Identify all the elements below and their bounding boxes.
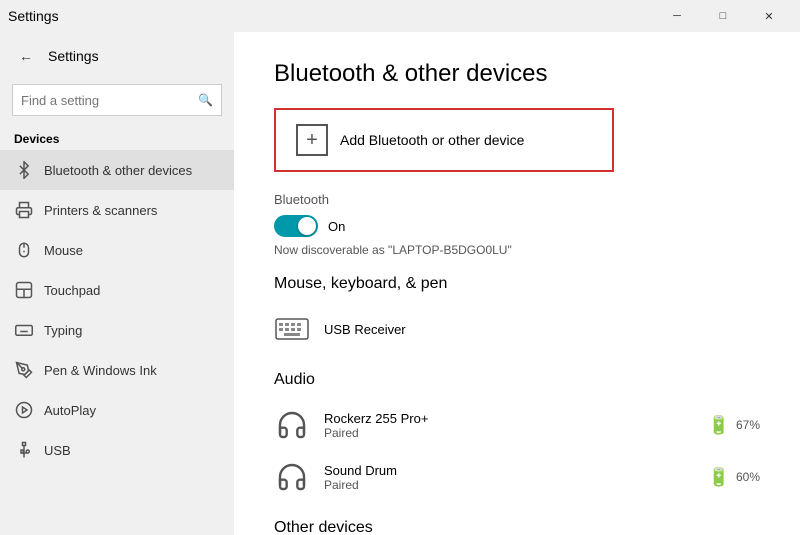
battery-pct-sound-drum: 60% xyxy=(736,470,760,484)
sidebar-item-pen[interactable]: Pen & Windows Ink xyxy=(0,350,234,390)
section-title-audio: Audio xyxy=(274,371,760,389)
device-info-usb-receiver: USB Receiver xyxy=(324,322,406,337)
touchpad-icon xyxy=(14,280,34,300)
headphones-icon-rockerz xyxy=(274,407,310,443)
sidebar-item-mouse[interactable]: Mouse xyxy=(0,230,234,270)
discoverable-text: Now discoverable as "LAPTOP-B5DGO0LU" xyxy=(274,243,760,257)
device-battery-sound-drum: 🔋 60% xyxy=(708,467,760,488)
battery-icon-rockerz: 🔋 xyxy=(708,415,730,436)
search-input[interactable] xyxy=(21,93,198,108)
bluetooth-toggle-row: On xyxy=(274,215,760,237)
titlebar-left: Settings xyxy=(8,8,59,24)
printer-icon xyxy=(14,200,34,220)
sidebar: ← Settings 🔍 Devices Bluetooth & other d… xyxy=(0,32,234,535)
sidebar-section-label: Devices xyxy=(0,124,234,150)
sidebar-item-autoplay[interactable]: AutoPlay xyxy=(0,390,234,430)
sidebar-item-touchpad[interactable]: Touchpad xyxy=(0,270,234,310)
minimize-button[interactable]: ─ xyxy=(654,0,700,32)
device-name-rockerz: Rockerz 255 Pro+ xyxy=(324,411,428,426)
titlebar: Settings ─ □ ✕ xyxy=(0,0,800,32)
sidebar-item-typing[interactable]: Typing xyxy=(0,310,234,350)
sidebar-item-label-printers: Printers & scanners xyxy=(44,203,157,218)
section-title-other: Other devices xyxy=(274,519,760,535)
maximize-button[interactable]: □ xyxy=(700,0,746,32)
sidebar-item-bluetooth[interactable]: Bluetooth & other devices xyxy=(0,150,234,190)
sidebar-item-label-usb: USB xyxy=(44,443,71,458)
search-icon: 🔍 xyxy=(198,93,213,107)
titlebar-controls: ─ □ ✕ xyxy=(654,0,792,32)
close-button[interactable]: ✕ xyxy=(746,0,792,32)
titlebar-title: Settings xyxy=(8,8,59,24)
device-name-usb-receiver: USB Receiver xyxy=(324,322,406,337)
battery-pct-rockerz: 67% xyxy=(736,418,760,432)
sidebar-item-label-pen: Pen & Windows Ink xyxy=(44,363,157,378)
device-item-sound-drum: Sound Drum Paired 🔋 60% xyxy=(274,451,760,503)
bluetooth-toggle[interactable] xyxy=(274,215,318,237)
sidebar-item-printers[interactable]: Printers & scanners xyxy=(0,190,234,230)
device-item-rockerz: Rockerz 255 Pro+ Paired 🔋 67% xyxy=(274,399,760,451)
headphones-icon-sound-drum xyxy=(274,459,310,495)
sidebar-item-label-typing: Typing xyxy=(44,323,82,338)
device-item-usb-receiver: USB Receiver xyxy=(274,303,760,355)
typing-icon xyxy=(14,320,34,340)
back-button[interactable]: ← xyxy=(12,42,40,70)
section-title-mouse: Mouse, keyboard, & pen xyxy=(274,275,760,293)
app-container: ← Settings 🔍 Devices Bluetooth & other d… xyxy=(0,32,800,535)
usb-icon xyxy=(14,440,34,460)
bluetooth-section-label: Bluetooth xyxy=(274,192,760,207)
sidebar-item-label-touchpad: Touchpad xyxy=(44,283,100,298)
bluetooth-toggle-label: On xyxy=(328,219,345,234)
device-info-sound-drum: Sound Drum Paired xyxy=(324,463,397,492)
pen-icon xyxy=(14,360,34,380)
sidebar-nav-top: ← Settings xyxy=(0,32,234,80)
sidebar-app-title: Settings xyxy=(48,48,99,64)
plus-icon: + xyxy=(296,124,328,156)
toggle-knob xyxy=(298,217,316,235)
sidebar-item-label-bluetooth: Bluetooth & other devices xyxy=(44,163,192,178)
sidebar-item-label-mouse: Mouse xyxy=(44,243,83,258)
sidebar-item-usb[interactable]: USB xyxy=(0,430,234,470)
bluetooth-icon xyxy=(14,160,34,180)
add-device-label: Add Bluetooth or other device xyxy=(340,132,524,148)
page-title: Bluetooth & other devices xyxy=(274,60,760,88)
mouse-icon xyxy=(14,240,34,260)
search-box[interactable]: 🔍 xyxy=(12,84,222,116)
device-status-rockerz: Paired xyxy=(324,426,428,440)
sidebar-item-label-autoplay: AutoPlay xyxy=(44,403,96,418)
device-info-rockerz: Rockerz 255 Pro+ Paired xyxy=(324,411,428,440)
main-content: Bluetooth & other devices + Add Bluetoot… xyxy=(234,32,800,535)
autoplay-icon xyxy=(14,400,34,420)
battery-icon-sound-drum: 🔋 xyxy=(708,467,730,488)
device-battery-rockerz: 🔋 67% xyxy=(708,415,760,436)
keyboard-device-icon xyxy=(274,311,310,347)
device-status-sound-drum: Paired xyxy=(324,478,397,492)
device-name-sound-drum: Sound Drum xyxy=(324,463,397,478)
add-device-button[interactable]: + Add Bluetooth or other device xyxy=(274,108,614,172)
